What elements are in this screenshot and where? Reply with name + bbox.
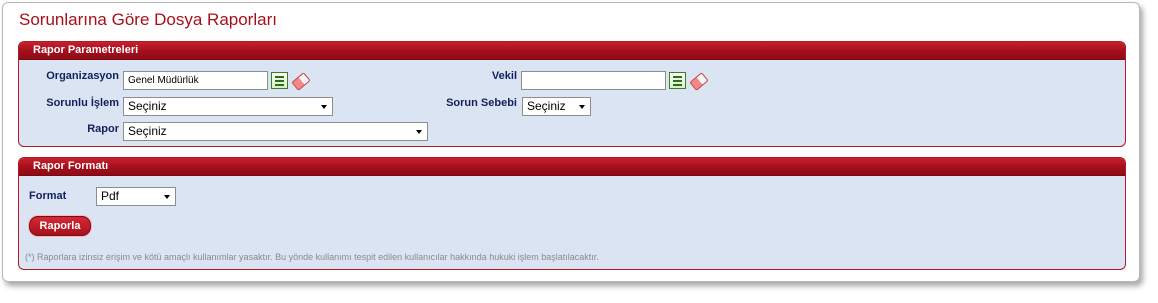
vekil-list-icon[interactable] xyxy=(669,72,686,89)
format-select[interactable]: Pdf xyxy=(96,187,176,206)
usage-warning-note: (*) Raporlara izinsiz erişim ve kötü ama… xyxy=(25,252,599,262)
format-label: Format xyxy=(29,190,67,202)
sorun-sebebi-select[interactable]: Seçiniz xyxy=(522,97,591,116)
vekil-field[interactable] xyxy=(521,71,666,90)
organizasyon-list-icon[interactable] xyxy=(271,72,288,89)
rapor-selected: Seçiniz xyxy=(128,124,167,138)
params-panel-header: Rapor Parametreleri xyxy=(19,42,1125,60)
vekil-label: Vekil xyxy=(491,70,517,82)
rapor-label: Rapor xyxy=(87,123,119,135)
sorun-sebebi-selected: Seçiniz xyxy=(527,99,566,113)
rapor-select[interactable]: Seçiniz xyxy=(123,122,428,141)
format-panel-header: Rapor Formatı xyxy=(19,158,1125,176)
format-panel: Rapor Formatı Format Pdf Raporla (*) Rap… xyxy=(18,157,1126,270)
organizasyon-eraser-icon[interactable] xyxy=(291,72,311,91)
chevron-down-icon xyxy=(164,195,170,199)
sorun-sebebi-label: Sorun Sebebi xyxy=(446,97,517,109)
params-panel: Rapor Parametreleri Organizasyon Genel M… xyxy=(18,41,1126,147)
sorunlu-islem-select[interactable]: Seçiniz xyxy=(123,97,333,116)
sorunlu-islem-label: Sorunlu İşlem xyxy=(46,97,119,109)
raporla-button[interactable]: Raporla xyxy=(29,216,91,236)
sorunlu-islem-selected: Seçiniz xyxy=(128,99,167,113)
organizasyon-label: Organizasyon xyxy=(46,70,119,82)
page-title: Sorunlarına Göre Dosya Raporları xyxy=(19,10,277,29)
organizasyon-field[interactable]: Genel Müdürlük xyxy=(123,71,268,90)
report-page: Sorunlarına Göre Dosya Raporları Rapor P… xyxy=(2,2,1140,282)
format-selected: Pdf xyxy=(101,189,120,203)
chevron-down-icon xyxy=(321,105,327,109)
chevron-down-icon xyxy=(416,130,422,134)
vekil-eraser-icon[interactable] xyxy=(689,72,709,91)
chevron-down-icon xyxy=(579,105,585,109)
